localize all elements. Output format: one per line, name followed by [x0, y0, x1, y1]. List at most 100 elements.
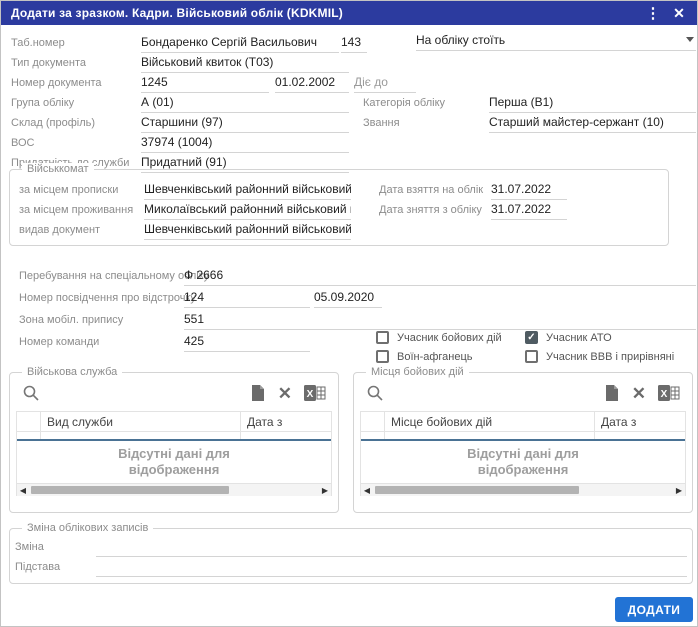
svg-text:X: X	[661, 389, 668, 400]
vos-field	[141, 133, 349, 153]
group-input[interactable]	[141, 95, 349, 113]
dialog-military-record: Додати за зразком. Кадри. Військовий обл…	[0, 0, 698, 627]
doc-type-field	[141, 53, 349, 73]
grid-header-row: Місце бойових дій Дата з	[361, 412, 685, 432]
grid-header-row: Вид служби Дата з	[17, 412, 331, 432]
horizontal-scrollbar[interactable]: ◀ ▶	[361, 483, 685, 496]
checkbox-box[interactable]	[376, 331, 389, 344]
basis-label: Підстава	[15, 561, 61, 573]
staff-input[interactable]	[141, 115, 349, 133]
mob-zone-input[interactable]	[184, 312, 696, 330]
issued-by-field	[144, 220, 351, 240]
kebab-menu-icon[interactable]: ⋮	[641, 1, 665, 25]
combat-places-grid: Місце бойових дій Дата з Відсутні дані д…	[360, 411, 686, 496]
doc-date-input[interactable]	[275, 75, 349, 93]
checkbox-combat-participant[interactable]: Учасник бойових дій	[376, 331, 502, 344]
employee-name-input[interactable]	[141, 35, 339, 53]
date-on-field	[491, 180, 567, 200]
staff-field	[141, 113, 349, 133]
tab-number-field	[341, 33, 367, 53]
horizontal-scrollbar[interactable]: ◀ ▶	[17, 483, 331, 496]
checkbox-label: Учасник бойових дій	[397, 331, 502, 344]
registration-field	[144, 180, 351, 200]
grid-header-date-from[interactable]: Дата з	[595, 412, 685, 431]
change-field	[96, 537, 687, 557]
grid-header-rownum	[361, 412, 385, 431]
checkbox-label: Учасник ВВВ і прирівняні	[546, 350, 675, 363]
search-icon[interactable]	[22, 384, 40, 402]
grid-header-combat-place[interactable]: Місце бойових дій	[385, 412, 595, 431]
doc-number-label: Номер документа	[11, 77, 102, 89]
staff-label: Склад (профіль)	[11, 117, 96, 129]
military-service-toolbar: ✕ X	[10, 383, 338, 405]
add-button[interactable]: ДОДАТИ	[615, 597, 693, 622]
deferment-date-input[interactable]	[314, 290, 382, 308]
search-icon[interactable]	[366, 384, 384, 402]
grid-header-service-type[interactable]: Вид служби	[41, 412, 241, 431]
group-field	[141, 93, 349, 113]
date-off-input[interactable]	[491, 202, 567, 220]
doc-number-field	[141, 73, 269, 93]
doc-number-input[interactable]	[141, 75, 269, 93]
account-status-select[interactable]: На обліку стоїть	[416, 33, 696, 51]
basis-input[interactable]	[96, 559, 687, 577]
registration-input[interactable]	[144, 182, 351, 200]
deferment-number-input[interactable]	[184, 290, 310, 308]
scrollbar-thumb[interactable]	[375, 486, 580, 494]
grid-header-date-from[interactable]: Дата з	[241, 412, 331, 431]
change-input[interactable]	[96, 539, 687, 557]
checkbox-ato-participant[interactable]: Учасник АТО	[525, 331, 612, 344]
dialog-title: Додати за зразком. Кадри. Військовий обл…	[11, 6, 344, 20]
residence-input[interactable]	[144, 202, 351, 220]
scroll-left-icon[interactable]: ◀	[17, 484, 29, 496]
deferment-number-field	[184, 288, 310, 308]
checkbox-box[interactable]	[525, 331, 538, 344]
titlebar: Додати за зразком. Кадри. Військовий обл…	[1, 1, 697, 25]
team-number-input[interactable]	[184, 334, 310, 352]
svg-text:X: X	[307, 389, 314, 400]
doc-type-label: Тип документа	[11, 57, 87, 69]
vos-input[interactable]	[141, 135, 349, 153]
date-on-input[interactable]	[491, 182, 567, 200]
scroll-right-icon[interactable]: ▶	[673, 484, 685, 496]
new-record-icon[interactable]	[250, 384, 266, 402]
new-record-icon[interactable]	[604, 384, 620, 402]
close-icon[interactable]: ✕	[667, 1, 691, 25]
clear-icon[interactable]: ✕	[278, 384, 292, 404]
doc-valid-to-field	[354, 73, 416, 93]
rank-input[interactable]	[489, 115, 696, 133]
special-account-input[interactable]	[184, 268, 696, 286]
export-excel-icon[interactable]: X	[304, 384, 326, 402]
doc-date-field	[275, 73, 349, 93]
tab-number-input[interactable]	[341, 35, 367, 53]
scroll-left-icon[interactable]: ◀	[361, 484, 373, 496]
clear-icon[interactable]: ✕	[632, 384, 646, 404]
checkbox-wwii-participant[interactable]: Учасник ВВВ і прирівняні	[525, 350, 674, 363]
checkbox-box[interactable]	[525, 350, 538, 363]
registration-label: за місцем прописки	[19, 184, 119, 196]
mob-zone-field	[184, 310, 696, 330]
deferment-label: Номер посвідчення про відстрочку	[19, 292, 196, 304]
residence-field	[144, 200, 351, 220]
grid-empty-row	[17, 432, 331, 439]
scrollbar-thumb[interactable]	[31, 486, 229, 494]
military-service-legend: Військова служба	[22, 366, 123, 378]
issued-by-label: видав документ	[19, 224, 101, 236]
changes-legend: Зміна облікових записів	[22, 522, 154, 534]
issued-by-input[interactable]	[144, 222, 351, 240]
combat-places-toolbar: ✕ X	[354, 383, 692, 405]
commissariat-legend: Військкомат	[22, 163, 94, 175]
employee-name-field	[141, 33, 339, 53]
category-input[interactable]	[489, 95, 696, 113]
grid-empty-row	[361, 432, 685, 439]
date-off-label: Дата зняття з обліку	[379, 204, 482, 216]
rank-field	[489, 113, 696, 133]
checkbox-afghan-veteran[interactable]: Воїн-афганець	[376, 350, 473, 363]
export-excel-icon[interactable]: X	[658, 384, 680, 402]
scroll-right-icon[interactable]: ▶	[319, 484, 331, 496]
grid-header-rownum	[17, 412, 41, 431]
doc-type-input[interactable]	[141, 55, 349, 73]
doc-valid-to-input[interactable]	[354, 75, 416, 93]
checkbox-box[interactable]	[376, 350, 389, 363]
date-off-field	[491, 200, 567, 220]
